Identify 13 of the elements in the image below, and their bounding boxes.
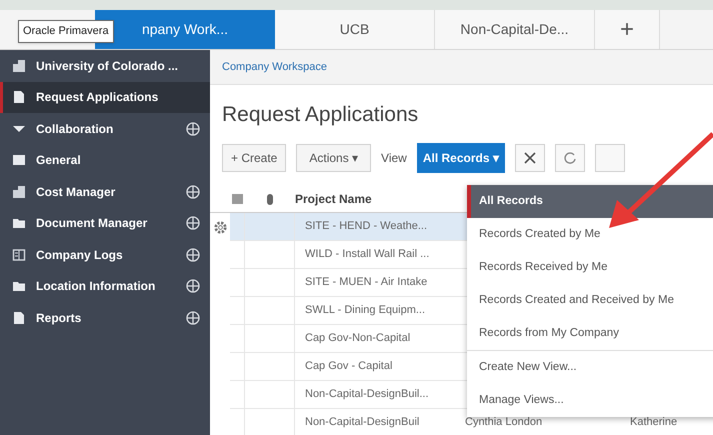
table-cell-text: Katherine [629, 414, 678, 430]
table-cell-text: SITE - MUEN - Air Intake [304, 274, 428, 290]
table-cell-text: SWLL - Dining Equipm... [304, 302, 426, 318]
table-cell-text: Cap Gov-Non-Capital [304, 330, 412, 346]
table-cell-text: Cap Gov - Capital [304, 358, 394, 374]
table-cell-text: Non-Capital-DesignBuil [304, 414, 420, 430]
tooltip: Oracle Primavera [18, 20, 114, 42]
table-cell-text: Cynthia London [464, 414, 544, 430]
table-cell-text: WILD - Install Wall Rail ... [304, 246, 430, 262]
view-label: View [381, 150, 407, 166]
table-cell-text: Non-Capital-DesignBuil... [304, 386, 430, 402]
table-cell-text: SITE - HEND - Weathe... [304, 218, 428, 234]
page-title: Request Applications [221, 102, 420, 128]
